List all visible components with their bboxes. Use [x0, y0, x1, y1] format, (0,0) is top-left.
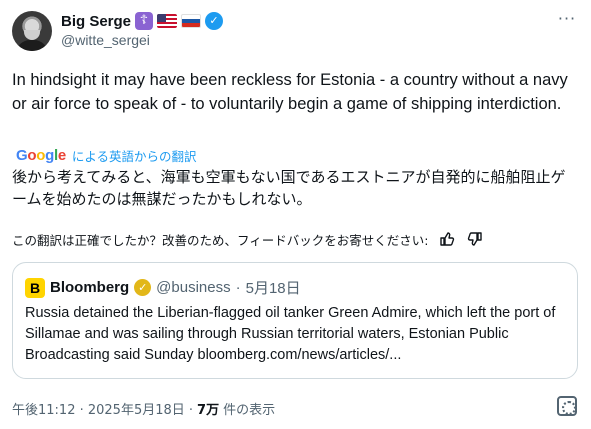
thumbs-up-icon[interactable] [438, 231, 456, 249]
bloomberg-logo-icon: B [25, 277, 45, 298]
tweet-text: In hindsight it may have been reckless f… [12, 71, 568, 113]
us-flag-icon [157, 14, 178, 28]
tweet-timestamp[interactable]: 午後11:12 · 2025年5月18日 · [12, 399, 193, 418]
quoted-tweet-card[interactable]: B Bloomberg ✓ @business · 5月18日 Russia d… [12, 262, 578, 379]
quoted-tweet-header: B Bloomberg ✓ @business · 5月18日 [25, 277, 301, 298]
translation-feedback-prompt: この翻訳は正確でしたか？改善のため、フィードバックをお寄せください: [12, 233, 429, 248]
views-count: 7万 [197, 403, 220, 418]
quoted-tweet-text: Russia detained the Liberian-flagged oil… [25, 305, 556, 363]
avatar-beard [24, 30, 40, 40]
tweet-footer: 午後11:12 · 2025年5月18日 · 7万 件の表示 [12, 399, 275, 418]
orthodox-cross-icon: ☦ [135, 12, 154, 30]
translation-attribution[interactable]: Google による英語からの翻訳 [16, 146, 197, 165]
translated-tweet-text: 後から考えてみると、海軍も空軍もない国であるエストニアが自発的に船舶阻止ゲームを… [12, 168, 566, 208]
avatar-coat [16, 40, 48, 51]
author-name-row: Big Serge ☦ ✓ [61, 11, 224, 31]
author-avatar[interactable] [12, 11, 52, 51]
quoted-author-name[interactable]: Bloomberg [50, 279, 129, 296]
translation-source-label[interactable]: による英語からの翻訳 [72, 146, 197, 165]
google-logo-icon: Google [16, 147, 66, 164]
quoted-author-handle[interactable]: @business [156, 279, 230, 296]
thumbs-down-icon[interactable] [466, 231, 484, 249]
translation-feedback-row: この翻訳は正確でしたか？改善のため、フィードバックをお寄せください: [12, 230, 484, 249]
author-display-name[interactable]: Big Serge [61, 13, 131, 30]
gold-verified-badge-icon: ✓ [134, 279, 152, 296]
russia-flag-icon [181, 14, 202, 28]
more-options-icon[interactable]: ··· [557, 11, 577, 32]
views-label: 件の表示 [223, 403, 276, 418]
grok-icon[interactable] [557, 396, 577, 416]
quoted-meta-separator: · [235, 279, 241, 296]
author-handle[interactable]: @witte_sergei [61, 32, 150, 48]
quoted-tweet-date[interactable]: 5月18日 [246, 277, 301, 298]
verified-badge-icon[interactable]: ✓ [205, 12, 224, 30]
